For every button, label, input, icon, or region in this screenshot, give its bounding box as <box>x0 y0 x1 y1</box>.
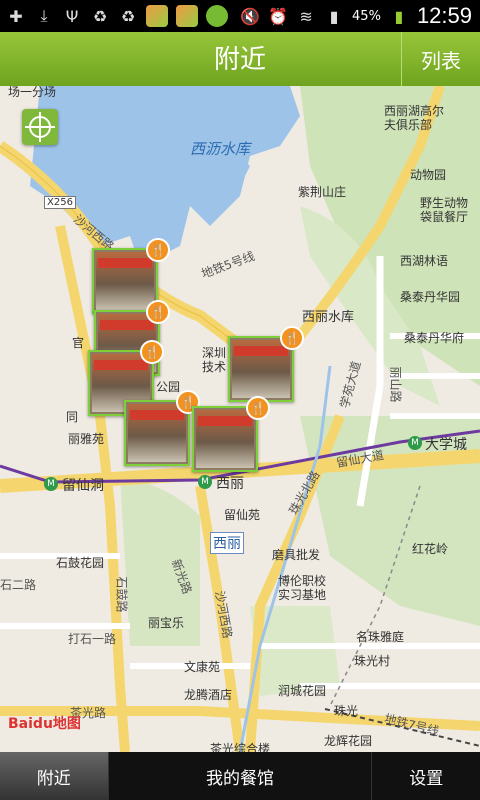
map-label: 公园 <box>156 380 181 394</box>
map-label-road: 石鼓路 <box>114 576 129 613</box>
restaurant-food-icon[interactable]: 🍴 <box>140 340 164 364</box>
map-label-district: 西丽 <box>210 532 244 554</box>
tab-settings[interactable]: 设置 <box>372 752 480 800</box>
tab-nearby[interactable]: 附近 <box>0 752 109 800</box>
map-label: 西湖林语 <box>400 254 449 268</box>
title-bar: 附近 列表 <box>0 32 480 86</box>
restaurant-food-icon[interactable]: 🍴 <box>280 326 304 350</box>
map-label-station: 西丽 <box>216 476 244 492</box>
list-button[interactable]: 列表 <box>401 32 480 86</box>
map-label: 同 <box>66 410 79 424</box>
map-label: 珠光村 <box>354 654 391 668</box>
map-label: 石鼓花园 <box>56 556 105 570</box>
map-label: 丽雅苑 <box>68 432 105 446</box>
download-icon: ⤓ <box>40 6 48 25</box>
map-label-station: 大学城 <box>425 437 467 453</box>
alarm-icon: ⏰ <box>268 6 288 26</box>
map-label-road: 丽山路 <box>388 366 403 403</box>
map-label-reservoir: 西沥水库 <box>190 140 251 158</box>
map-label: 红花岭 <box>412 542 449 556</box>
map-label: 磨具批发 <box>272 548 321 562</box>
map-label: 野生动物 袋鼠餐厅 <box>420 196 469 224</box>
map-label: 紫荆山庄 <box>298 185 347 199</box>
recycle-icon-2: ♻ <box>120 6 136 26</box>
crosshair-icon <box>25 112 55 142</box>
app-notification-icon-2 <box>176 5 198 27</box>
restaurant-food-icon[interactable]: 🍴 <box>146 238 170 262</box>
map-label-station: 留仙洞 <box>62 478 104 494</box>
restaurant-food-icon[interactable]: 🍴 <box>146 300 170 324</box>
app-notification-icon-3 <box>206 5 228 27</box>
locate-me-button[interactable] <box>22 109 58 145</box>
usb-icon: Ψ <box>65 6 79 26</box>
map-label: 留仙苑 <box>224 508 261 522</box>
app-notification-icon <box>146 5 168 27</box>
map-label: 博伦职校 实习基地 <box>278 574 327 602</box>
map-label-road: 石二路 <box>0 578 37 592</box>
metro-station-icon: M <box>198 475 212 489</box>
map-label: 名珠雅庭 <box>356 630 405 644</box>
baidu-map-logo: Baidu地图 <box>8 716 81 732</box>
map-label: 丽宝乐 <box>148 616 185 630</box>
map-view[interactable]: 场一分场 西沥水库 X256 沙河西路 西丽湖高尔 夫俱乐部 动物园 紫荆山庄 … <box>0 86 480 752</box>
add-icon: ✚ <box>9 6 23 26</box>
status-bar: ✚ ⤓ Ψ ♻ ♻ 🔇 ⏰ ≋ ▮ 45% ▮ 12:59 <box>0 0 480 32</box>
map-label: 深圳 技术 <box>202 346 227 374</box>
battery-icon: ▮ <box>394 6 404 26</box>
bottom-tab-bar: 附近 我的餐馆 设置 <box>0 752 480 800</box>
map-label-station: 珠光 <box>334 704 359 718</box>
map-label: 官 <box>72 336 85 350</box>
signal-icon: ▮ <box>329 6 339 26</box>
map-label-road-number: X256 <box>44 196 76 209</box>
battery-percent: 45% <box>352 8 381 24</box>
map-label: 场一分场 <box>8 86 57 99</box>
map-label: 茶光综合楼 <box>210 742 271 752</box>
wifi-icon: ≋ <box>299 6 313 26</box>
map-label-poi: 西丽水库 <box>302 310 355 325</box>
map-label: 桑泰丹华园 <box>400 290 461 304</box>
map-label: 龙辉花园 <box>324 734 373 748</box>
metro-station-icon: M <box>44 477 58 491</box>
clock: 12:59 <box>416 3 472 28</box>
tab-my-restaurants[interactable]: 我的餐馆 <box>109 752 373 800</box>
metro-station-icon: M <box>408 436 422 450</box>
map-label-road: 打石一路 <box>68 632 117 646</box>
map-label: 龙腾酒店 <box>184 688 233 702</box>
restaurant-food-icon[interactable]: 🍴 <box>246 396 270 420</box>
map-label: 桑泰丹华府 <box>404 331 465 345</box>
mute-icon: 🔇 <box>240 6 260 26</box>
map-label-poi: 动物园 <box>410 168 447 182</box>
recycle-icon: ♻ <box>92 6 108 26</box>
map-label: 西丽湖高尔 夫俱乐部 <box>384 104 445 132</box>
map-label: 润城花园 <box>278 684 327 698</box>
map-label: 文康苑 <box>184 660 221 674</box>
